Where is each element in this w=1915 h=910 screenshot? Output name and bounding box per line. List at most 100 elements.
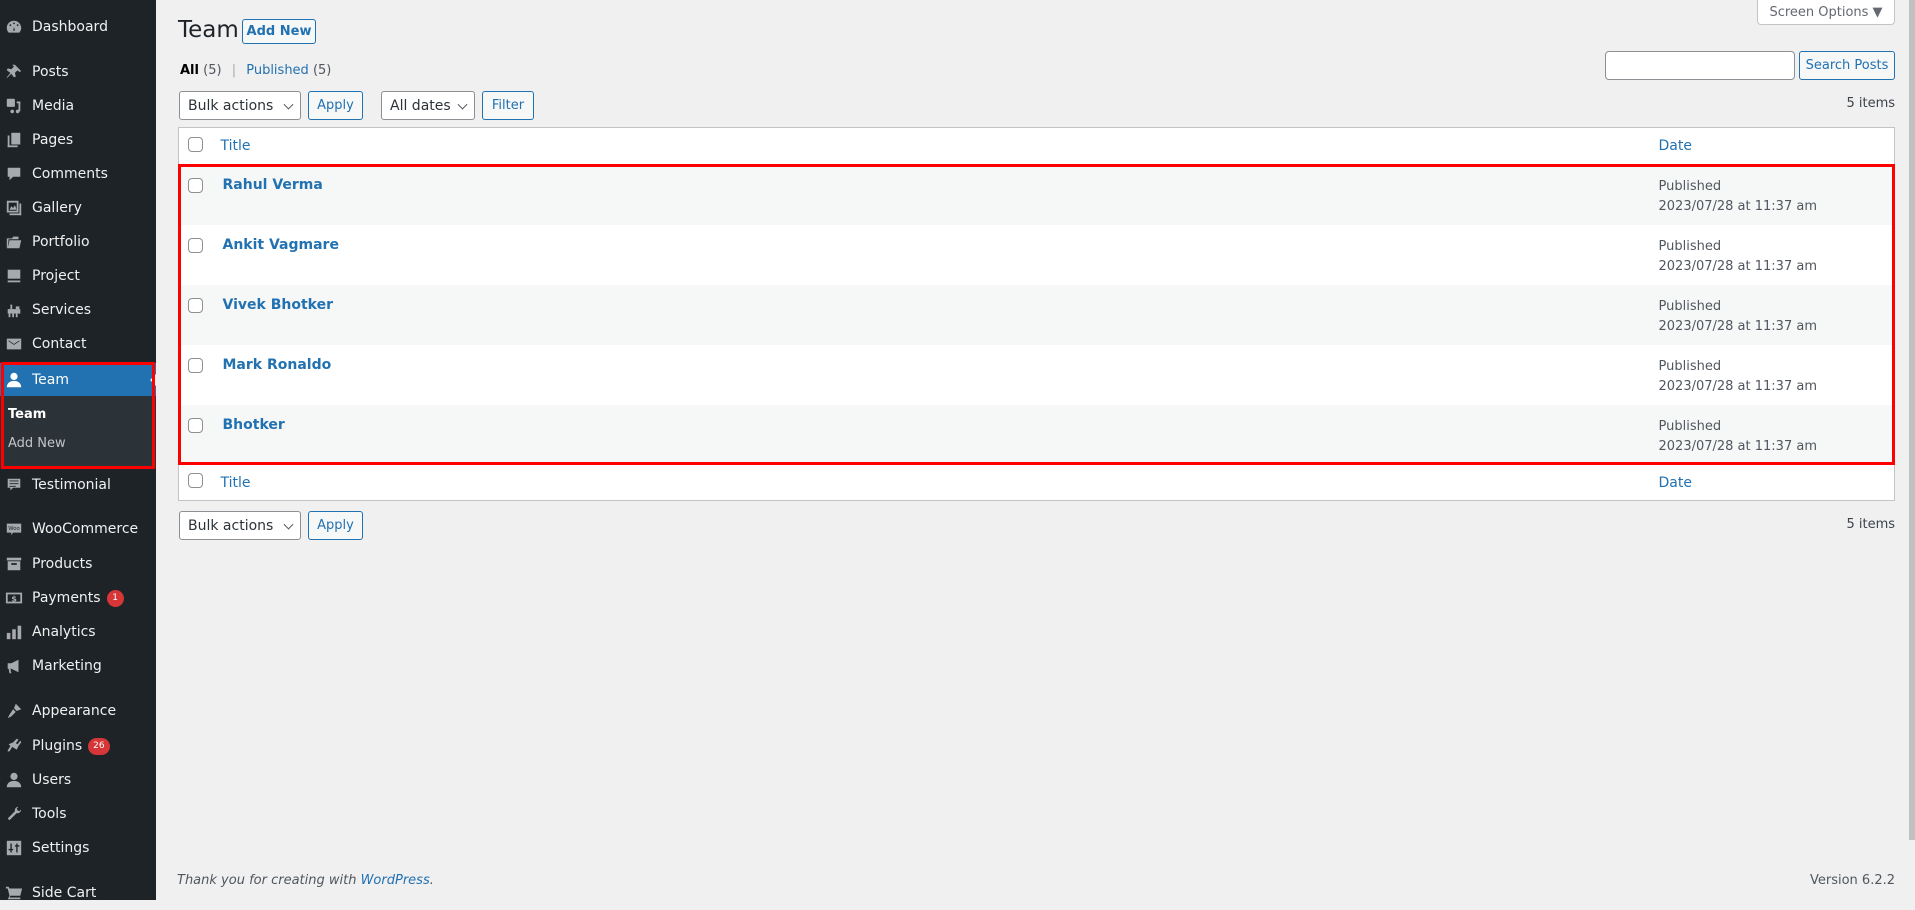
apply-button-bottom[interactable]: Apply	[308, 511, 363, 540]
users-icon	[4, 770, 24, 790]
sidebar-item-testimonial[interactable]: Testimonial	[0, 468, 156, 502]
sidebar-item-posts[interactable]: Posts	[0, 55, 156, 89]
items-count-top: 5 items	[1846, 96, 1895, 111]
plugin-icon	[4, 736, 24, 756]
select-all-checkbox[interactable]	[188, 136, 203, 152]
sidebar-item-project[interactable]: Project	[0, 259, 156, 293]
post-title-link[interactable]: Rahul Verma	[221, 177, 323, 193]
sidebar-item-tools[interactable]: Tools	[0, 797, 156, 831]
bar-chart-icon	[4, 622, 24, 642]
post-title-link[interactable]: Mark Ronaldo	[221, 357, 332, 373]
sidebar-item-products[interactable]: Products	[0, 547, 156, 581]
screen-options-button[interactable]: Screen Options ▼	[1757, 0, 1895, 25]
sidebar-item-dashboard[interactable]: Dashboard	[0, 10, 156, 44]
page-title: Team	[178, 17, 239, 43]
table-footer-row: Title Date	[178, 464, 1895, 501]
sidebar-item-label: Products	[32, 556, 93, 572]
bulk-actions-select-top[interactable]: Bulk actions	[179, 91, 301, 120]
chevron-down-icon	[457, 99, 468, 110]
submenu-item-team[interactable]: Team	[8, 407, 46, 422]
woocommerce-icon: Woo	[4, 519, 24, 539]
bulk-actions-value: Bulk actions	[188, 97, 274, 114]
search-input[interactable]	[1605, 51, 1795, 80]
sidebar-item-analytics[interactable]: Analytics	[0, 615, 156, 649]
paintbrush-icon	[4, 701, 24, 721]
filter-published-link[interactable]: Published	[246, 63, 309, 78]
bulk-actions-select-bottom[interactable]: Bulk actions	[179, 511, 301, 540]
sidebar-item-appearance[interactable]: Appearance	[0, 694, 156, 728]
row-checkbox[interactable]	[188, 237, 203, 253]
sidebar-item-comments[interactable]: Comments	[0, 157, 156, 191]
title-column-footer[interactable]: Title	[221, 475, 251, 491]
row-checkbox[interactable]	[188, 297, 203, 313]
filter-button[interactable]: Filter	[482, 91, 534, 120]
sidebar-item-marketing[interactable]: Marketing	[0, 649, 156, 683]
posts-table: Title Date Rahul Verma Published 2023/07/…	[178, 127, 1895, 501]
post-status: Published	[1658, 238, 1722, 254]
services-icon	[4, 300, 24, 320]
sidebar-item-pages[interactable]: Pages	[0, 123, 156, 157]
sidebar-item-label: Pages	[32, 132, 74, 148]
row-checkbox[interactable]	[188, 178, 203, 193]
sidebar-item-payments[interactable]: $ Payments 1	[0, 581, 156, 615]
select-all-checkbox-bottom[interactable]	[188, 473, 203, 488]
version-text: Version 6.2.2	[1809, 873, 1895, 888]
settings-icon	[4, 838, 24, 858]
media-icon	[4, 96, 24, 116]
sidebar-item-portfolio[interactable]: Portfolio	[0, 225, 156, 259]
add-new-button[interactable]: Add New	[242, 19, 316, 44]
row-checkbox[interactable]	[188, 357, 203, 373]
table-row: Ankit Vagmare Published 2023/07/28 at 11:…	[179, 225, 1895, 285]
apply-button-top[interactable]: Apply	[308, 91, 363, 120]
post-date: 2023/07/28 at 11:37 am	[1658, 258, 1817, 274]
sidebar-item-label: Side Cart	[32, 885, 97, 901]
search-posts-button[interactable]: Search Posts	[1799, 51, 1895, 80]
dates-value: All dates	[390, 97, 451, 114]
date-column-footer[interactable]: Date	[1659, 475, 1692, 491]
sidebar-item-label: Marketing	[32, 658, 102, 674]
chevron-down-icon	[283, 99, 294, 110]
post-title-link[interactable]: Vivek Bhotker	[221, 297, 333, 313]
post-title-link[interactable]: Bhotker	[221, 417, 285, 433]
post-status: Published	[1658, 179, 1722, 194]
wordpress-link[interactable]: WordPress	[361, 873, 430, 888]
cart-icon	[4, 883, 24, 903]
comment-icon	[4, 164, 24, 184]
sidebar-item-label: Payments	[32, 590, 101, 606]
sidebar-item-plugins[interactable]: Plugins 26	[0, 729, 156, 763]
pages-icon	[4, 130, 24, 150]
submenu-item-add-new[interactable]: Add New	[8, 436, 66, 451]
dates-select[interactable]: All dates	[381, 91, 475, 120]
dollar-icon: $	[4, 588, 24, 608]
sidebar-item-label: Gallery	[32, 200, 82, 216]
sidebar-item-services[interactable]: Services	[0, 293, 156, 327]
bulk-actions-value: Bulk actions	[188, 517, 274, 534]
post-date: 2023/07/28 at 11:37 am	[1658, 378, 1817, 394]
post-status: Published	[1658, 358, 1722, 374]
post-title-link[interactable]: Ankit Vagmare	[221, 237, 339, 253]
filter-all-link[interactable]: All	[180, 63, 199, 78]
sidebar-item-woocommerce[interactable]: Woo WooCommerce	[0, 512, 156, 546]
title-column-header[interactable]: Title	[221, 138, 251, 154]
wrench-icon	[4, 804, 24, 824]
sidebar-item-label: Services	[32, 302, 92, 318]
gallery-icon	[4, 198, 24, 218]
filter-separator: |	[231, 63, 237, 78]
filter-all-count: (5)	[203, 63, 222, 78]
sidebar-item-contact[interactable]: Contact	[0, 327, 156, 361]
date-column-header[interactable]: Date	[1659, 138, 1692, 154]
sidebar-item-gallery[interactable]: Gallery	[0, 191, 156, 225]
page-scrollbar[interactable]	[1909, 0, 1915, 840]
post-date: 2023/07/28 at 11:37 am	[1658, 438, 1817, 454]
sidebar-item-media[interactable]: Media	[0, 89, 156, 123]
sidebar-item-team[interactable]: Team	[0, 363, 156, 397]
sidebar-item-label: Project	[32, 268, 80, 284]
row-checkbox[interactable]	[188, 417, 203, 433]
dashboard-icon	[4, 17, 24, 37]
sidebar-item-side-cart[interactable]: Side Cart	[0, 876, 156, 910]
post-status: Published	[1658, 418, 1722, 434]
sidebar-item-users[interactable]: Users	[0, 763, 156, 797]
sidebar-item-settings[interactable]: Settings	[0, 831, 156, 865]
svg-text:Woo: Woo	[8, 526, 20, 532]
sidebar-item-label: Contact	[32, 336, 87, 352]
